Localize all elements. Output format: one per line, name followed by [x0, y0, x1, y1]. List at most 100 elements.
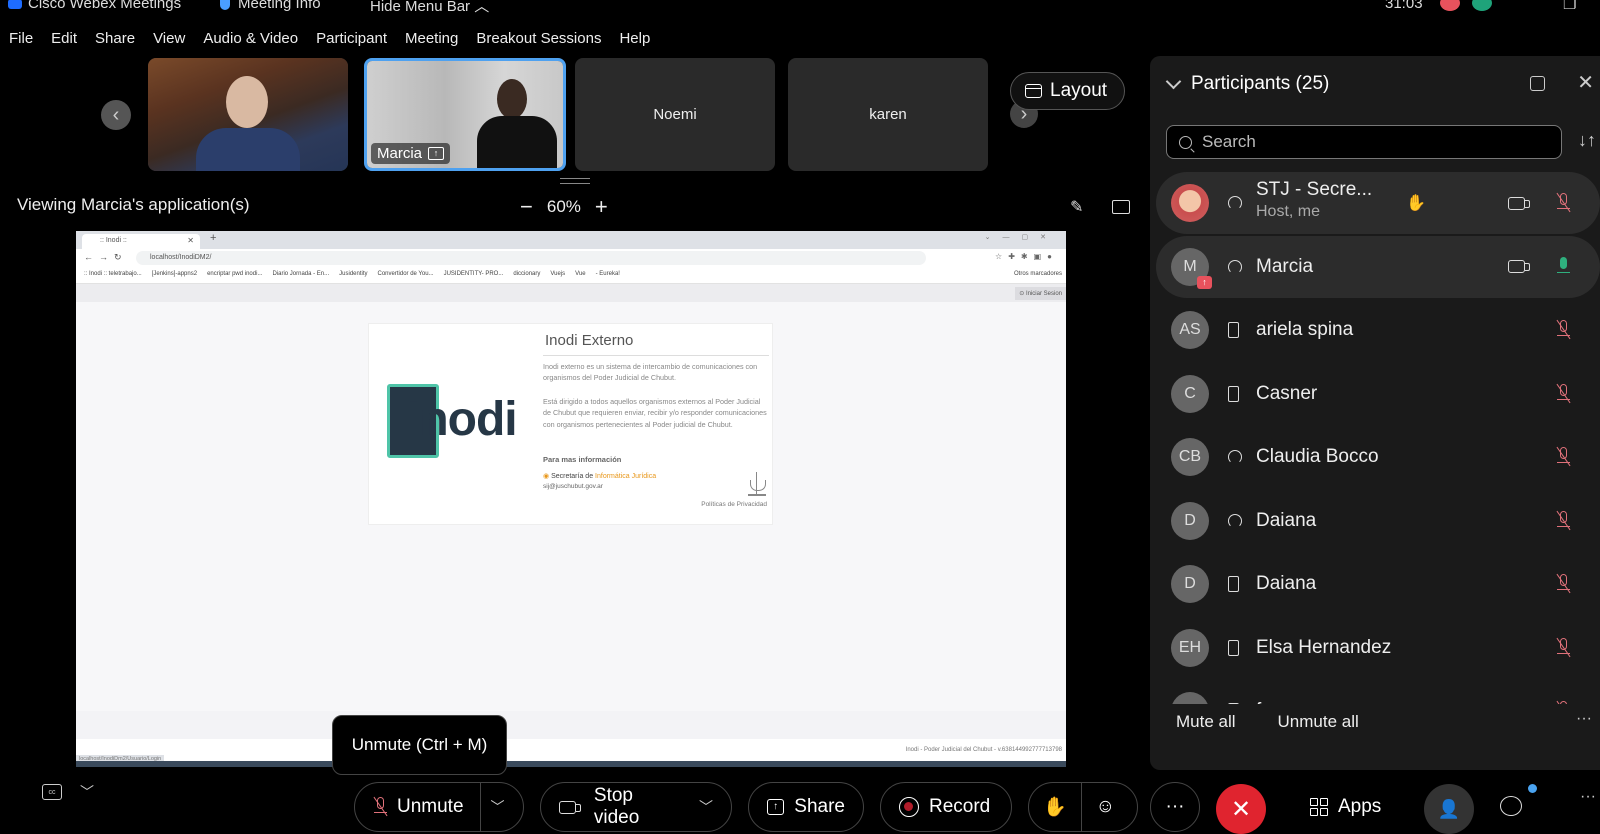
shared-screen-border [76, 761, 1066, 767]
video-thumbnail-karen[interactable]: karen [788, 58, 988, 171]
participants-toggle-button[interactable]: 👤 [1424, 784, 1474, 834]
annotate-icon[interactable]: ✎ [1070, 197, 1083, 217]
viewing-label: Viewing Marcia's application(s) [17, 195, 250, 214]
menu-meeting[interactable]: Meeting [396, 26, 467, 52]
reactions-group: ✋ ☺ [1028, 782, 1138, 832]
menu-help[interactable]: Help [610, 26, 659, 52]
participant-row[interactable]: D Daiana [1156, 490, 1600, 552]
unmute-button[interactable]: Unmute ﹀ [354, 782, 524, 832]
menu-audio-video[interactable]: Audio & Video [194, 26, 307, 52]
sharing-icon: ↑ [1197, 275, 1212, 289]
raise-hand-icon[interactable]: ✋ [1406, 193, 1426, 213]
apps-button[interactable]: Apps [1310, 796, 1381, 818]
title-bar: Cisco Webex Meetings Meeting Info Hide M… [0, 0, 1600, 16]
request-control-icon[interactable] [1112, 200, 1130, 214]
close-icon[interactable]: ✕ [1577, 70, 1594, 95]
mute-all-button[interactable]: Mute all [1176, 712, 1236, 732]
menu-participant[interactable]: Participant [307, 26, 396, 52]
stop-video-button[interactable]: Stop video ﹀ [540, 782, 732, 832]
search-input[interactable] [1202, 132, 1532, 152]
mic-muted-icon[interactable] [1556, 446, 1571, 467]
video-thumbnail-marcia[interactable]: Marcia ↑ [364, 58, 566, 171]
participant-row[interactable]: EH Elsa Hernandez [1156, 617, 1600, 679]
avatar: EH [1171, 628, 1209, 667]
closed-captions-icon[interactable]: cc [42, 784, 62, 800]
close-tab-icon: ✕ [187, 236, 194, 245]
headset-icon [1228, 196, 1242, 210]
search-icon [1179, 135, 1192, 149]
avatar: C [1171, 374, 1209, 413]
video-thumbnail[interactable] [148, 58, 348, 171]
shield-icon [220, 0, 230, 11]
mic-muted-icon[interactable] [1556, 700, 1571, 704]
chevron-left-icon: ‹ [112, 103, 120, 126]
participant-row[interactable]: M ↑ Marcia [1156, 235, 1600, 298]
zoom-in-button[interactable]: + [595, 194, 608, 220]
menu-view[interactable]: View [144, 26, 194, 52]
participants-panel: Participants (25) ✕ ↓↑ STJ - Secre... Ho… [1150, 56, 1600, 770]
share-button[interactable]: ↑ Share [748, 782, 864, 832]
zoom-out-button[interactable]: − [520, 194, 533, 220]
hide-menu-bar-button[interactable]: Hide Menu Bar ︿ [370, 0, 489, 16]
layout-button[interactable]: Layout [1010, 72, 1125, 110]
more-icon[interactable]: ··· [1580, 788, 1596, 806]
meeting-info-button[interactable]: Meeting Info [220, 0, 321, 12]
chevron-down-icon[interactable]: ﹀ [479, 783, 505, 831]
avatar: D [1171, 501, 1209, 540]
thumbnails-prev-button[interactable]: ‹ [101, 100, 131, 130]
participant-row[interactable]: C Casner [1156, 363, 1600, 425]
reactions-icon[interactable]: ☺ [1096, 796, 1115, 818]
participant-row[interactable]: F fanny [1156, 680, 1600, 704]
mic-muted-icon[interactable] [1556, 573, 1571, 594]
menu-breakout-sessions[interactable]: Breakout Sessions [467, 26, 610, 52]
mic-muted-icon[interactable] [1556, 637, 1571, 658]
resize-handle[interactable] [560, 178, 590, 184]
video-camera-icon[interactable] [1508, 196, 1530, 210]
chevron-up-icon: ︿ [474, 0, 490, 15]
participant-search[interactable] [1166, 125, 1562, 159]
inodi-logo-text: Inodi [407, 393, 518, 446]
avatar: F [1171, 692, 1209, 704]
chevron-down-icon[interactable]: ﹀ [80, 782, 94, 802]
chat-icon[interactable] [1500, 796, 1522, 816]
more-options-button[interactable]: ··· [1150, 782, 1200, 832]
menu-share[interactable]: Share [86, 26, 144, 52]
bookmarks-bar: :: Inodi :: teletrabajo... [Jenkins]-app… [76, 267, 1066, 284]
mic-on-icon[interactable] [1556, 256, 1570, 277]
new-tab-icon: + [210, 232, 217, 244]
card-paragraph-2: Está dirigido a todos aquellos organismo… [543, 397, 767, 429]
mic-muted-icon[interactable] [1556, 319, 1571, 340]
end-meeting-button[interactable]: ✕ [1216, 784, 1266, 834]
participant-row[interactable]: D Daiana [1156, 553, 1600, 615]
chevron-down-icon[interactable]: ﹀ [699, 797, 713, 817]
privacy-link: Políticas de Privacidad [701, 501, 767, 508]
participant-row[interactable]: CB Claudia Bocco [1156, 426, 1600, 488]
restore-window-icon[interactable]: ❐ [1563, 0, 1576, 13]
participant-hair [497, 79, 527, 119]
more-options-icon[interactable]: ··· [1576, 710, 1592, 728]
menu-file[interactable]: File [0, 26, 42, 52]
recording-indicator-icon [1440, 0, 1460, 11]
participant-row[interactable]: AS ariela spina [1156, 299, 1600, 361]
shared-screen[interactable]: :: Inodi :: ✕ + ⌄—▢✕ ←→↻ localhost/InodiD… [76, 231, 1066, 767]
mic-muted-icon[interactable] [1556, 510, 1571, 531]
video-camera-icon [559, 800, 581, 814]
video-thumbnail-noemi[interactable]: Noemi [575, 58, 775, 171]
mic-muted-icon[interactable] [1556, 383, 1571, 404]
network-status-icon[interactable] [1472, 0, 1492, 11]
thumbnail-name-label: Marcia ↑ [371, 143, 451, 164]
chevron-down-icon [1165, 73, 1182, 90]
record-button[interactable]: Record [880, 782, 1012, 832]
raise-hand-icon[interactable]: ✋ [1043, 795, 1067, 819]
mic-muted-icon[interactable] [1556, 192, 1571, 213]
browser-nav-icons: ←→↻ [84, 252, 128, 262]
popout-icon[interactable] [1530, 76, 1545, 91]
participant-row[interactable]: STJ - Secre... Host, me ✋ [1156, 172, 1600, 234]
menu-edit[interactable]: Edit [42, 26, 86, 52]
video-camera-icon[interactable] [1508, 260, 1530, 273]
sort-icon[interactable]: ↓↑ [1578, 130, 1596, 151]
participant-face [226, 76, 268, 128]
unmute-all-button[interactable]: Unmute all [1278, 712, 1359, 732]
participants-icon: 👤 [1437, 798, 1461, 819]
participants-header[interactable]: Participants (25) [1165, 73, 1329, 95]
